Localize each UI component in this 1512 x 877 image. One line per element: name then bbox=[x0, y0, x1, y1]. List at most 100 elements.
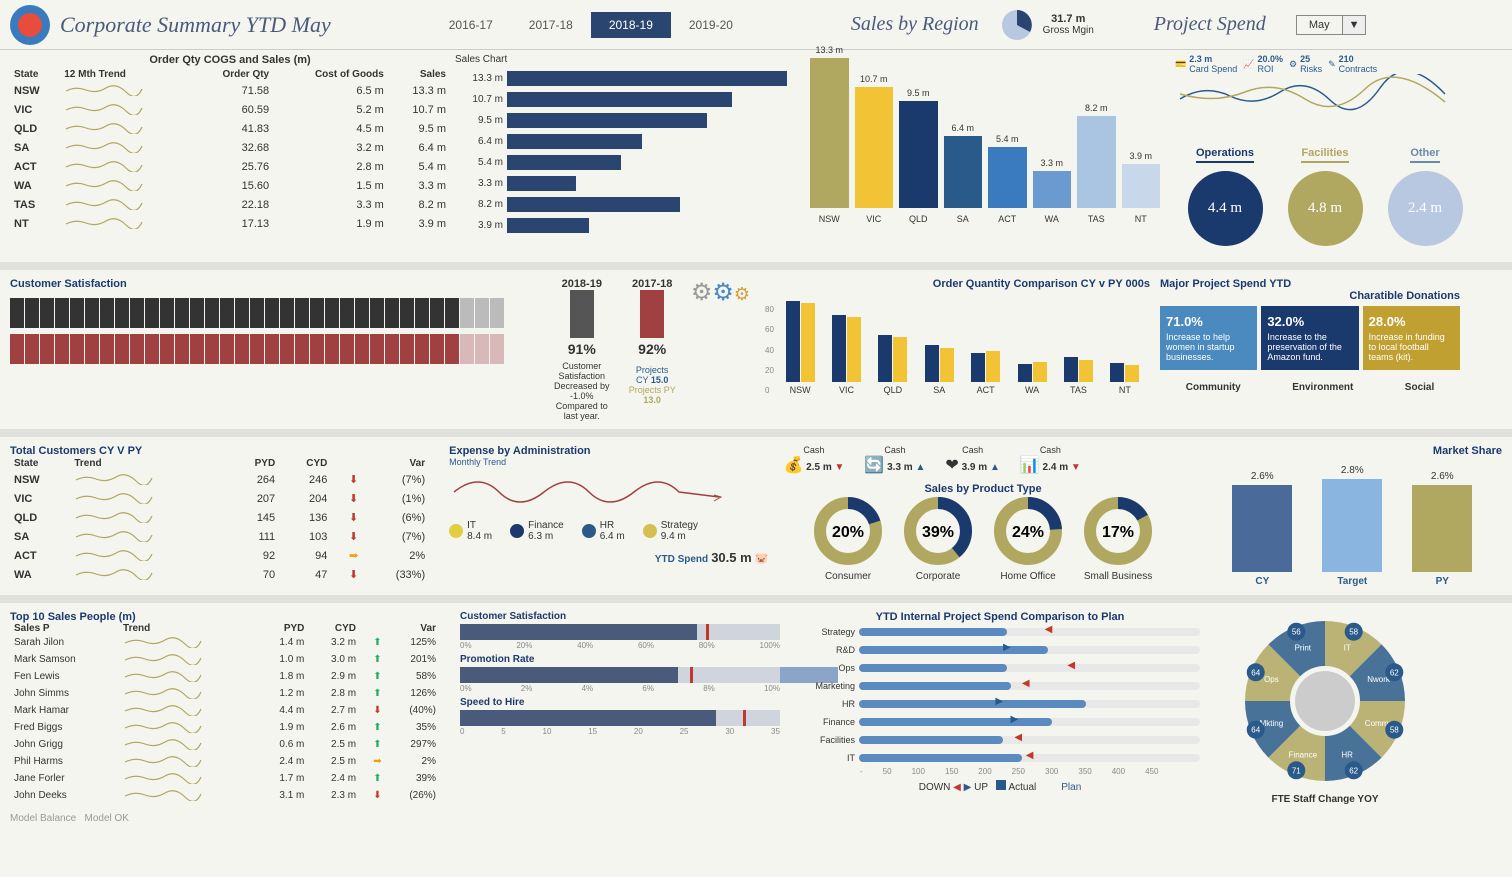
plan-row: Marketing◀ bbox=[800, 677, 1200, 695]
cash-kpi: Cash❤ 3.9 m ▲ bbox=[945, 445, 999, 475]
sales-chart-label: Sales Chart bbox=[455, 54, 795, 65]
table-row: John Deeks3.1 m2.3 m⬇(26%) bbox=[10, 787, 440, 804]
person-icon bbox=[295, 334, 309, 364]
person-icon bbox=[385, 298, 399, 328]
cash-kpi: Cash🔄 3.3 m ▲ bbox=[864, 445, 925, 475]
svg-text:64: 64 bbox=[1251, 668, 1260, 677]
svg-text:39%: 39% bbox=[922, 524, 954, 541]
table-row: QLD41.834.5 m9.5 m bbox=[10, 119, 450, 138]
major-proj-title: Major Project Spend YTD bbox=[1160, 278, 1460, 290]
person-icon bbox=[25, 334, 39, 364]
person-icon bbox=[115, 334, 129, 364]
person-icon bbox=[400, 334, 414, 364]
month-selector[interactable]: May ▼ bbox=[1296, 15, 1367, 35]
csat-py-year: 2017-18 bbox=[632, 278, 672, 290]
plan-row: IT◀ bbox=[800, 749, 1200, 767]
table-row: Fen Lewis1.8 m2.9 m⬆58% bbox=[10, 668, 440, 685]
column: 3.9 mNT bbox=[1122, 151, 1161, 224]
year-tab[interactable]: 2016-17 bbox=[431, 12, 511, 38]
year-tab[interactable]: 2019-20 bbox=[671, 12, 751, 38]
person-icon bbox=[55, 334, 69, 364]
person-icon bbox=[445, 334, 459, 364]
expense-item: HR6.4 m bbox=[582, 520, 625, 542]
person-icon bbox=[355, 298, 369, 328]
col-sales: Sales bbox=[388, 68, 450, 81]
person-icon bbox=[295, 298, 309, 328]
person-icon bbox=[250, 334, 264, 364]
order-qty-chart: Order Quantity Comparison CY v PY 000s 8… bbox=[760, 278, 1150, 395]
donut-chart: 24%Home Office bbox=[992, 495, 1064, 582]
mshare-title: Market Share bbox=[1203, 445, 1502, 457]
person-icon bbox=[10, 334, 24, 364]
grouped-column: WA bbox=[1012, 292, 1052, 395]
svg-text:71: 71 bbox=[1292, 766, 1301, 775]
expense-item: IT8.4 m bbox=[449, 520, 492, 542]
person-icon bbox=[280, 334, 294, 364]
year-tab-active[interactable]: 2018-19 bbox=[591, 12, 671, 38]
roi-kpi: 📈20.0%ROI bbox=[1243, 54, 1283, 74]
grouped-column: NSW bbox=[780, 292, 820, 395]
plan-row: Facilities◀ bbox=[800, 731, 1200, 749]
col-oq: Order Qty bbox=[192, 68, 274, 81]
hbar-row: 3.9 m bbox=[455, 215, 795, 236]
project-spend-title: Project Spend bbox=[1154, 13, 1266, 36]
project-circle: Operations4.4 m bbox=[1188, 147, 1263, 246]
table-row: TAS22.183.3 m8.2 m bbox=[10, 195, 450, 214]
svg-text:58: 58 bbox=[1390, 726, 1399, 735]
person-icon bbox=[145, 334, 159, 364]
project-plan-chart: YTD Internal Project Spend Comparison to… bbox=[800, 611, 1200, 793]
person-icon bbox=[205, 334, 219, 364]
gear-chart: IT58Nwork62Comms58HR62Finance71Mkting64O… bbox=[1235, 611, 1415, 791]
person-icon bbox=[130, 334, 144, 364]
svg-text:64: 64 bbox=[1251, 726, 1260, 735]
market-share-panel: Market Share 2.6%CY2.8%Target2.6%PY bbox=[1203, 445, 1502, 587]
person-icon bbox=[415, 334, 429, 364]
expense-admin-panel: Expense by Administration Monthly Trend … bbox=[449, 445, 768, 565]
person-icon bbox=[100, 334, 114, 364]
cash-kpi: Cash💰 2.5 m ▼ bbox=[783, 445, 844, 475]
orderqty-title: Order Quantity Comparison CY v PY 000s bbox=[760, 278, 1150, 290]
table-row: ACT9294➡2% bbox=[10, 546, 429, 565]
sales-table-title: Order Qty COGS and Sales (m) bbox=[10, 54, 450, 66]
donations-title: Charatible Donations bbox=[1160, 290, 1460, 302]
ms-bar: 2.6%CY bbox=[1232, 471, 1292, 587]
ms-bar: 2.6%PY bbox=[1412, 471, 1472, 587]
gear-title: FTE Staff Change YOY bbox=[1210, 794, 1440, 805]
person-icon bbox=[115, 298, 129, 328]
person-icon bbox=[70, 334, 84, 364]
sales-hbar-chart: Sales Chart 13.3 m10.7 m9.5 m6.4 m5.4 m3… bbox=[455, 54, 795, 236]
person-icon bbox=[190, 334, 204, 364]
col-state: State bbox=[10, 68, 60, 81]
donation-card: 71.0%Increase to help women in startup b… bbox=[1160, 306, 1257, 370]
plan-row: Finance▶ bbox=[800, 713, 1200, 731]
column: 3.3 mWA bbox=[1033, 158, 1072, 224]
table-row: NT17.131.9 m3.9 m bbox=[10, 214, 450, 233]
donut-chart: 17%Small Business bbox=[1082, 495, 1154, 582]
grouped-column: TAS bbox=[1058, 292, 1098, 395]
table-row: Jane Forler1.7 m2.4 m⬆39% bbox=[10, 770, 440, 787]
person-icon bbox=[460, 298, 474, 328]
column: 5.4 mACT bbox=[988, 134, 1027, 224]
table-row: John Grigg0.6 m2.5 m⬆297% bbox=[10, 736, 440, 753]
hbar-row: 3.3 m bbox=[455, 173, 795, 194]
person-icon bbox=[370, 334, 384, 364]
table-row: ACT25.762.8 m5.4 m bbox=[10, 157, 450, 176]
grouped-column: NT bbox=[1105, 292, 1145, 395]
donation-card: 28.0%Increase in funding to local footba… bbox=[1363, 306, 1460, 370]
person-icon bbox=[325, 298, 339, 328]
person-icon bbox=[25, 298, 39, 328]
gear-icons: ⚙⚙⚙ bbox=[691, 278, 750, 421]
dropdown-icon[interactable]: ▼ bbox=[1342, 16, 1366, 34]
person-icon bbox=[265, 298, 279, 328]
grouped-column: ACT bbox=[965, 292, 1005, 395]
customers-table: Total Customers CY V PY State Trend PYD … bbox=[10, 445, 429, 584]
person-icon bbox=[40, 298, 54, 328]
person-icon bbox=[250, 298, 264, 328]
year-tab[interactable]: 2017-18 bbox=[511, 12, 591, 38]
salespeople-table: Top 10 Sales People (m) Sales P Trend PY… bbox=[10, 611, 440, 804]
csat-cy-year: 2018-19 bbox=[562, 278, 602, 290]
project-circle: Facilities4.8 m bbox=[1288, 147, 1363, 246]
table-row: VIC60.595.2 m10.7 m bbox=[10, 100, 450, 119]
csat-title: Customer Satisfaction bbox=[10, 278, 540, 290]
svg-text:17%: 17% bbox=[1102, 524, 1134, 541]
